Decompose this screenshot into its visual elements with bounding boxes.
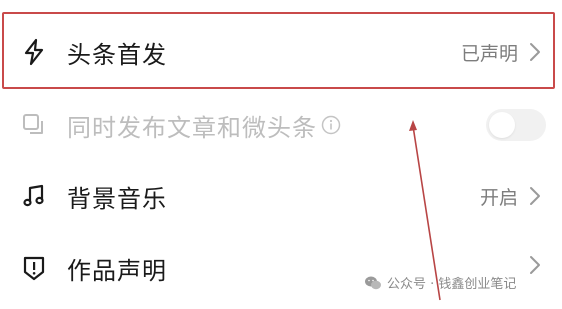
settings-item-label: 背景音乐 bbox=[67, 184, 167, 213]
annotation-highlight-box bbox=[2, 12, 555, 89]
settings-row-background-music[interactable]: 背景音乐 开启 bbox=[0, 165, 562, 227]
toggle-knob bbox=[489, 112, 515, 138]
settings-item-label: 作品声明 bbox=[67, 256, 167, 285]
settings-screen: 头条首发 已声明 同时发布文章和微头条 背景音乐 开启 作品声明 公众号 · 钱… bbox=[0, 0, 562, 309]
watermark-text: 公众号 · 钱鑫创业笔记 bbox=[387, 277, 517, 292]
copy-icon bbox=[20, 111, 48, 139]
chevron-right-icon bbox=[528, 186, 542, 206]
sync-publish-toggle[interactable] bbox=[486, 109, 546, 141]
settings-item-label: 同时发布文章和微头条 bbox=[67, 113, 317, 142]
settings-item-value: 开启 bbox=[479, 186, 518, 209]
chevron-right-icon bbox=[528, 255, 542, 275]
shield-exclamation-icon bbox=[20, 254, 48, 282]
wechat-icon bbox=[364, 274, 382, 292]
music-note-icon bbox=[20, 182, 48, 210]
info-icon[interactable] bbox=[321, 115, 341, 135]
watermark: 公众号 · 钱鑫创业笔记 bbox=[364, 273, 516, 292]
settings-row-sync-publish: 同时发布文章和微头条 bbox=[0, 96, 562, 154]
